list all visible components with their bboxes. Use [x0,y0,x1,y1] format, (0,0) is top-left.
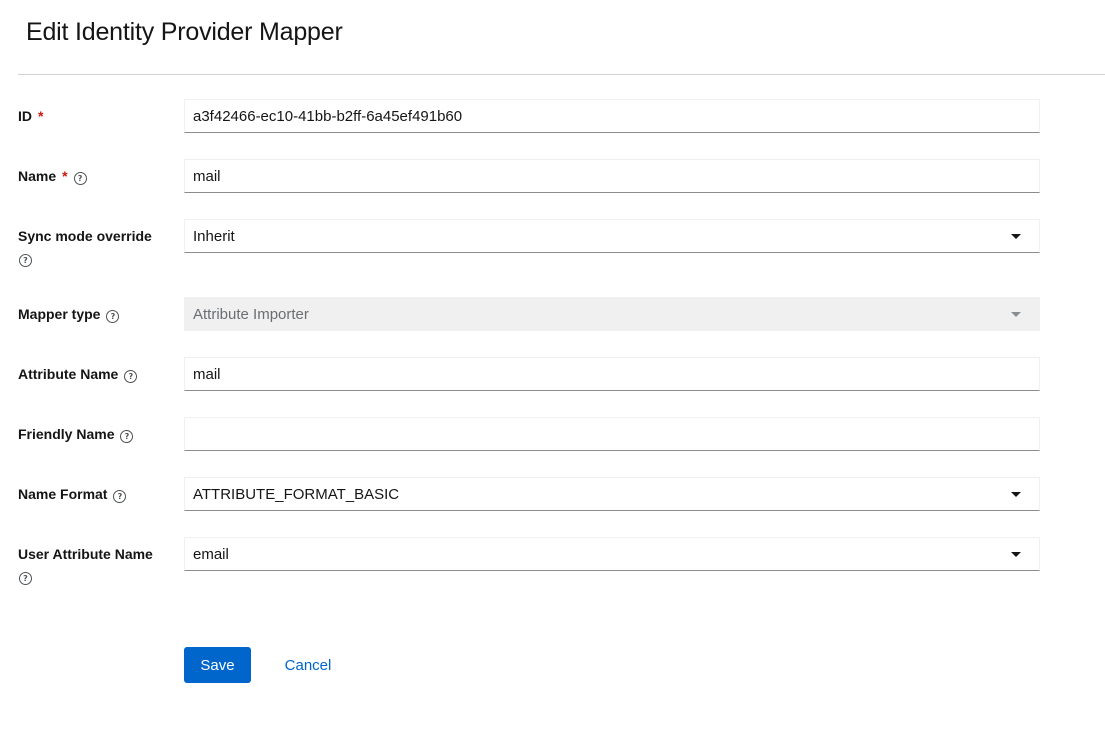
cancel-button[interactable]: Cancel [271,647,345,683]
id-label: ID * [18,108,168,125]
form-row-user-attribute-name: User Attribute Name ? email [18,537,1042,591]
caret-down-icon [1011,552,1021,557]
caret-down-icon [1011,312,1021,317]
required-marker: * [62,168,68,184]
name-field[interactable]: mail [184,159,1040,193]
form-row-friendly-name: Friendly Name? [18,417,1042,451]
name-field-value: mail [193,168,221,185]
name-format-label: Name Format? [18,486,168,503]
form-row-id: ID * a3f42466-ec10-41bb-b2ff-6a45ef491b60 [18,99,1042,133]
mapper-type-label: Mapper type? [18,306,168,323]
sync-mode-select-value: Inherit [193,228,235,245]
header-divider [18,74,1105,75]
caret-down-icon [1011,234,1021,239]
save-button[interactable]: Save [184,647,251,683]
id-field-value: a3f42466-ec10-41bb-b2ff-6a45ef491b60 [193,108,463,125]
edit-mapper-page: Edit Identity Provider Mapper ID * a3f424… [0,0,1105,730]
name-format-select-value: ATTRIBUTE_FORMAT_BASIC [193,486,400,503]
mapper-type-select-value: Attribute Importer [193,306,309,323]
help-icon[interactable]: ? [113,490,127,503]
help-icon[interactable]: ? [120,430,134,443]
caret-down-icon [1011,492,1021,497]
help-icon[interactable]: ? [73,172,87,185]
user-attribute-name-label-text: User Attribute Name [18,546,153,562]
mapper-type-label-text: Mapper type [18,306,101,322]
form-row-sync-mode: Sync mode override ? Inherit [18,219,1042,273]
help-icon[interactable]: ? [19,572,32,585]
id-field[interactable]: a3f42466-ec10-41bb-b2ff-6a45ef491b60 [184,99,1040,133]
form-row-name-format: Name Format? ATTRIBUTE_FORMAT_BASIC [18,477,1042,511]
id-label-text: ID [18,108,32,124]
attribute-name-field-value: mail [193,366,221,383]
form-row-attribute-name: Attribute Name? mail [18,357,1042,391]
sync-mode-label: Sync mode override ? [18,228,168,267]
friendly-name-label: Friendly Name? [18,426,168,443]
attribute-name-field[interactable]: mail [184,357,1040,391]
sync-mode-select[interactable]: Inherit [184,219,1040,253]
mapper-type-select: Attribute Importer [184,297,1040,331]
user-attribute-name-select[interactable]: email [184,537,1040,571]
name-label: Name *? [18,168,168,185]
help-icon[interactable]: ? [124,370,138,383]
name-label-text: Name [18,168,57,184]
friendly-name-label-text: Friendly Name [18,426,115,442]
help-icon[interactable]: ? [19,254,32,267]
name-format-select[interactable]: ATTRIBUTE_FORMAT_BASIC [184,477,1040,511]
page-title: Edit Identity Provider Mapper [26,18,343,46]
required-marker: * [38,108,44,124]
attribute-name-label-text: Attribute Name [18,366,119,382]
sync-mode-label-text: Sync mode override [18,228,152,244]
form-row-mapper-type: Mapper type? Attribute Importer [18,297,1042,331]
name-format-label-text: Name Format [18,486,108,502]
user-attribute-name-label: User Attribute Name ? [18,546,178,585]
help-icon[interactable]: ? [106,310,120,323]
attribute-name-label: Attribute Name? [18,366,168,383]
user-attribute-name-select-value: email [193,546,229,563]
friendly-name-field[interactable] [184,417,1040,451]
form-row-name: Name *? mail [18,159,1042,193]
